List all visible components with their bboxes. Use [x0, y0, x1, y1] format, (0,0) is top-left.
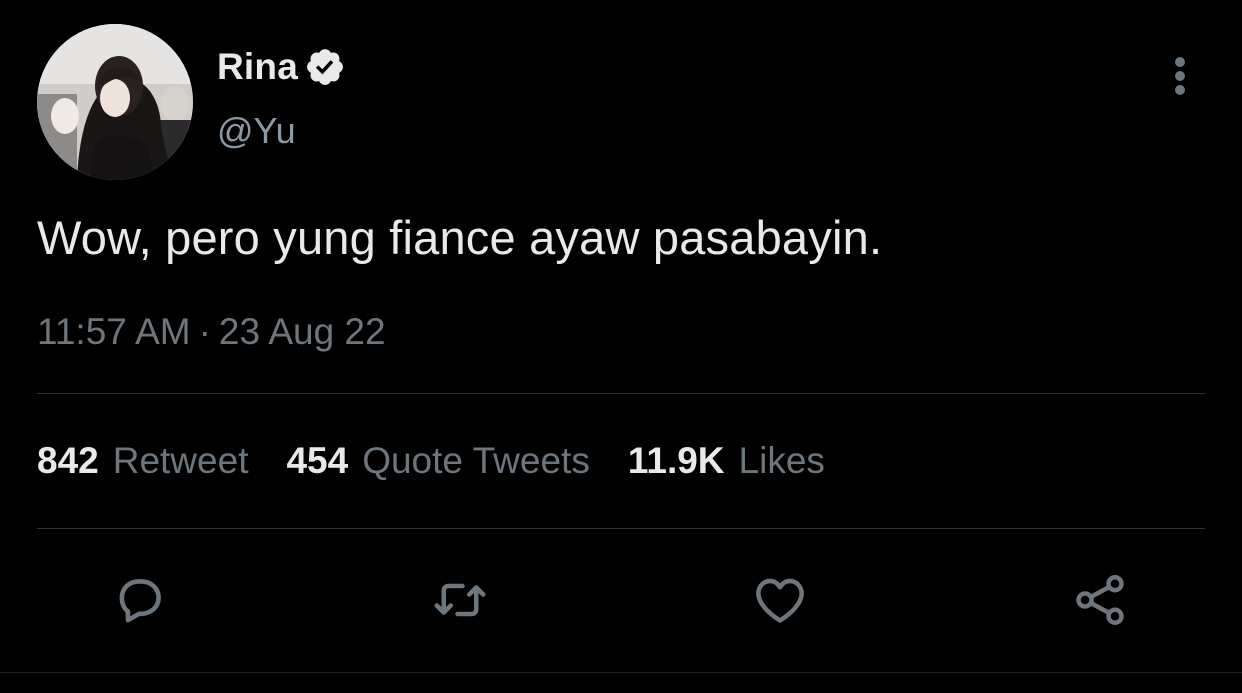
quote-tweets-stat[interactable]: 454 Quote Tweets: [286, 440, 589, 482]
tweet-text: Wow, pero yung fiance ayaw pasabayin.: [37, 211, 883, 264]
more-options-icon[interactable]: [1166, 54, 1194, 98]
retweet-stat[interactable]: 842 Retweet: [37, 440, 248, 482]
quote-tweets-count: 454: [286, 440, 349, 481]
reply-button[interactable]: [110, 570, 170, 630]
author-handle[interactable]: @Yu: [217, 110, 296, 152]
tweet-time: 11:57 AM: [37, 311, 191, 352]
tweet-timestamp[interactable]: 11:57 AM · 23 Aug 22: [37, 311, 386, 353]
share-button[interactable]: [1070, 570, 1130, 630]
likes-stat[interactable]: 11.9K Likes: [628, 440, 825, 482]
divider: [37, 528, 1205, 529]
divider: [37, 393, 1205, 394]
retweet-icon: [434, 583, 486, 617]
author-name-row: Rina: [217, 44, 346, 90]
divider: [0, 672, 1242, 673]
verified-badge-icon: [307, 49, 343, 85]
quote-tweets-label: Quote Tweets: [362, 440, 590, 481]
display-name[interactable]: Rina: [217, 46, 298, 88]
engagement-stats: 842 Retweet 454 Quote Tweets 11.9K Likes: [37, 440, 863, 482]
timestamp-separator: ·: [198, 311, 211, 352]
reply-icon: [119, 579, 161, 623]
retweet-label: Retweet: [112, 440, 249, 481]
tweet-detail: Rina @Yu Wow, pero yung fiance ayaw pasa…: [0, 0, 1242, 693]
avatar-image: [37, 24, 193, 180]
like-button[interactable]: [750, 570, 810, 630]
avatar[interactable]: [37, 24, 193, 180]
tweet-date: 23 Aug 22: [218, 311, 386, 352]
likes-label: Likes: [738, 440, 825, 481]
heart-icon: [756, 578, 804, 623]
retweet-button[interactable]: [430, 570, 490, 630]
retweet-count: 842: [37, 440, 99, 481]
share-icon: [1076, 575, 1124, 625]
likes-count: 11.9K: [627, 440, 725, 481]
